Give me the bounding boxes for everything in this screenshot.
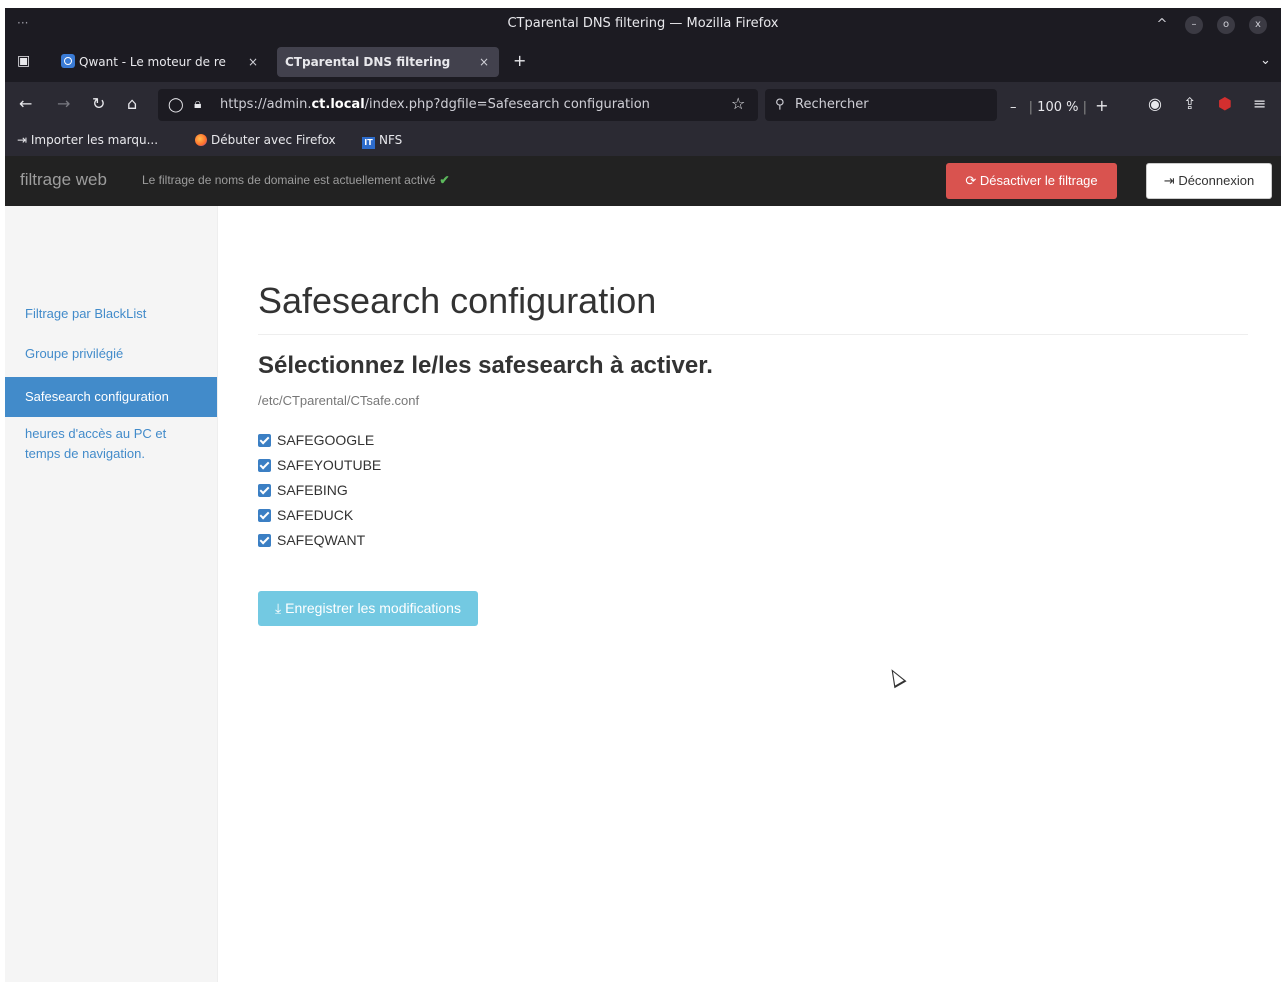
- zoom-controls: – | 100 % | +: [1010, 96, 1109, 115]
- window-maximize-button[interactable]: o: [1217, 16, 1235, 34]
- bookmark-star-icon[interactable]: ☆: [731, 95, 745, 113]
- checkbox-safeyoutube[interactable]: [258, 459, 271, 472]
- refresh-icon: ⟳: [965, 173, 977, 188]
- firefox-icon: [195, 134, 207, 146]
- bookmarks-bar: ⇥ Importer les marqu... Débuter avec Fir…: [5, 128, 1281, 156]
- sidebar: Filtrage par BlackList Groupe privilégié…: [5, 206, 218, 982]
- reload-icon[interactable]: ↻: [92, 95, 105, 113]
- page-title: Safesearch configuration: [258, 280, 657, 321]
- save-changes-button[interactable]: ⤓ Enregistrer les modifications: [258, 591, 478, 626]
- nav-bar: ← → ↻ ⌂ ◯ 🔒︎ https://admin.ct.local/inde…: [5, 82, 1281, 128]
- home-icon[interactable]: ⌂: [127, 95, 137, 113]
- sidebar-item-access-hours[interactable]: heures d'accès au PC et temps de navigat…: [5, 424, 217, 468]
- option-safeyoutube: SAFEYOUTUBE: [258, 455, 381, 480]
- safesearch-options: SAFEGOOGLE SAFEYOUTUBE SAFEBING SAFEDUCK…: [258, 430, 381, 555]
- url-bar[interactable]: ◯ 🔒︎ https://admin.ct.local/index.php?dg…: [158, 89, 758, 121]
- disable-filter-button[interactable]: ⟳ Désactiver le filtrage: [946, 163, 1117, 199]
- checkbox-safegoogle[interactable]: [258, 434, 271, 447]
- tab-qwant[interactable]: Qwant - Le moteur de re ×: [53, 47, 268, 77]
- forward-arrow-icon[interactable]: →: [57, 95, 70, 113]
- check-icon: ✔: [439, 173, 450, 187]
- main-content: Safesearch configuration Sélectionnez le…: [218, 206, 1281, 982]
- zoom-in-button[interactable]: +: [1095, 96, 1108, 115]
- import-icon: ⇥: [17, 133, 28, 147]
- account-icon[interactable]: ◉: [1148, 95, 1162, 113]
- qwant-icon: [61, 54, 75, 68]
- it-icon: IT: [362, 137, 375, 149]
- search-box[interactable]: ⚲ Rechercher: [765, 89, 997, 121]
- bookmark-nfs[interactable]: IT NFS: [362, 133, 402, 149]
- checkbox-safebing[interactable]: [258, 484, 271, 497]
- title-divider: [258, 334, 1248, 335]
- option-safebing: SAFEBING: [258, 480, 381, 505]
- option-safeduck: SAFEDUCK: [258, 505, 381, 530]
- bookmark-firefox[interactable]: Débuter avec Firefox: [195, 133, 336, 147]
- sidebar-item-privileged-group[interactable]: Groupe privilégié: [5, 344, 217, 368]
- checkbox-safeqwant[interactable]: [258, 534, 271, 547]
- checkbox-safeduck[interactable]: [258, 509, 271, 522]
- app-navbar: filtrage web Le filtrage de noms de doma…: [5, 156, 1281, 206]
- tab-ctparental[interactable]: CTparental DNS filtering ×: [277, 47, 499, 77]
- tab-bar: ▣ Qwant - Le moteur de re × CTparental D…: [5, 42, 1281, 82]
- page-subtitle: Sélectionnez le/les safesearch à activer…: [258, 352, 713, 379]
- tab-close-icon[interactable]: ×: [479, 47, 489, 77]
- tracking-shield-icon[interactable]: ◯: [168, 96, 184, 114]
- new-tab-button[interactable]: +: [513, 52, 526, 70]
- zoom-out-button[interactable]: –: [1010, 100, 1017, 115]
- config-path: /etc/CTparental/CTsafe.conf: [258, 393, 420, 408]
- back-arrow-icon[interactable]: ←: [19, 95, 32, 113]
- download-icon: ⤓: [275, 600, 282, 616]
- lock-icon[interactable]: 🔒︎: [194, 95, 201, 113]
- window-shade-button[interactable]: ^: [1153, 16, 1171, 34]
- window-title: CTparental DNS filtering — Mozilla Firef…: [507, 16, 779, 31]
- ublock-icon[interactable]: ⬢: [1218, 95, 1232, 113]
- filter-status: Le filtrage de noms de domaine est actue…: [142, 173, 450, 187]
- tab-close-icon[interactable]: ×: [248, 47, 258, 77]
- sidebar-item-blacklist[interactable]: Filtrage par BlackList: [5, 304, 217, 328]
- logout-button[interactable]: ⇥ Déconnexion: [1146, 163, 1272, 199]
- option-safeqwant: SAFEQWANT: [258, 530, 381, 555]
- logout-icon: ⇥: [1163, 173, 1175, 188]
- tab-label: Qwant - Le moteur de re: [79, 55, 226, 69]
- app-brand[interactable]: filtrage web: [20, 170, 107, 190]
- sidebar-item-safesearch[interactable]: Safesearch configuration: [5, 377, 217, 417]
- tab-list-icon[interactable]: ⌄: [1260, 52, 1271, 70]
- search-icon: ⚲: [775, 97, 785, 112]
- option-safegoogle: SAFEGOOGLE: [258, 430, 381, 455]
- menu-icon[interactable]: ≡: [1253, 95, 1266, 113]
- tab-overview-icon[interactable]: ▣: [17, 52, 30, 70]
- browser-window: ··· CTparental DNS filtering — Mozilla F…: [5, 8, 1281, 982]
- url-text[interactable]: https://admin.ct.local/index.php?dgfile=…: [220, 97, 650, 112]
- window-minimize-button[interactable]: –: [1185, 16, 1203, 34]
- tab-label: CTparental DNS filtering: [285, 55, 451, 69]
- window-close-button[interactable]: x: [1249, 16, 1267, 34]
- zoom-level[interactable]: 100 %: [1037, 100, 1078, 115]
- title-bar: ··· CTparental DNS filtering — Mozilla F…: [5, 8, 1281, 42]
- extensions-icon[interactable]: ⇪: [1183, 95, 1196, 113]
- search-placeholder: Rechercher: [795, 97, 869, 112]
- bookmark-import[interactable]: ⇥ Importer les marqu...: [17, 133, 158, 147]
